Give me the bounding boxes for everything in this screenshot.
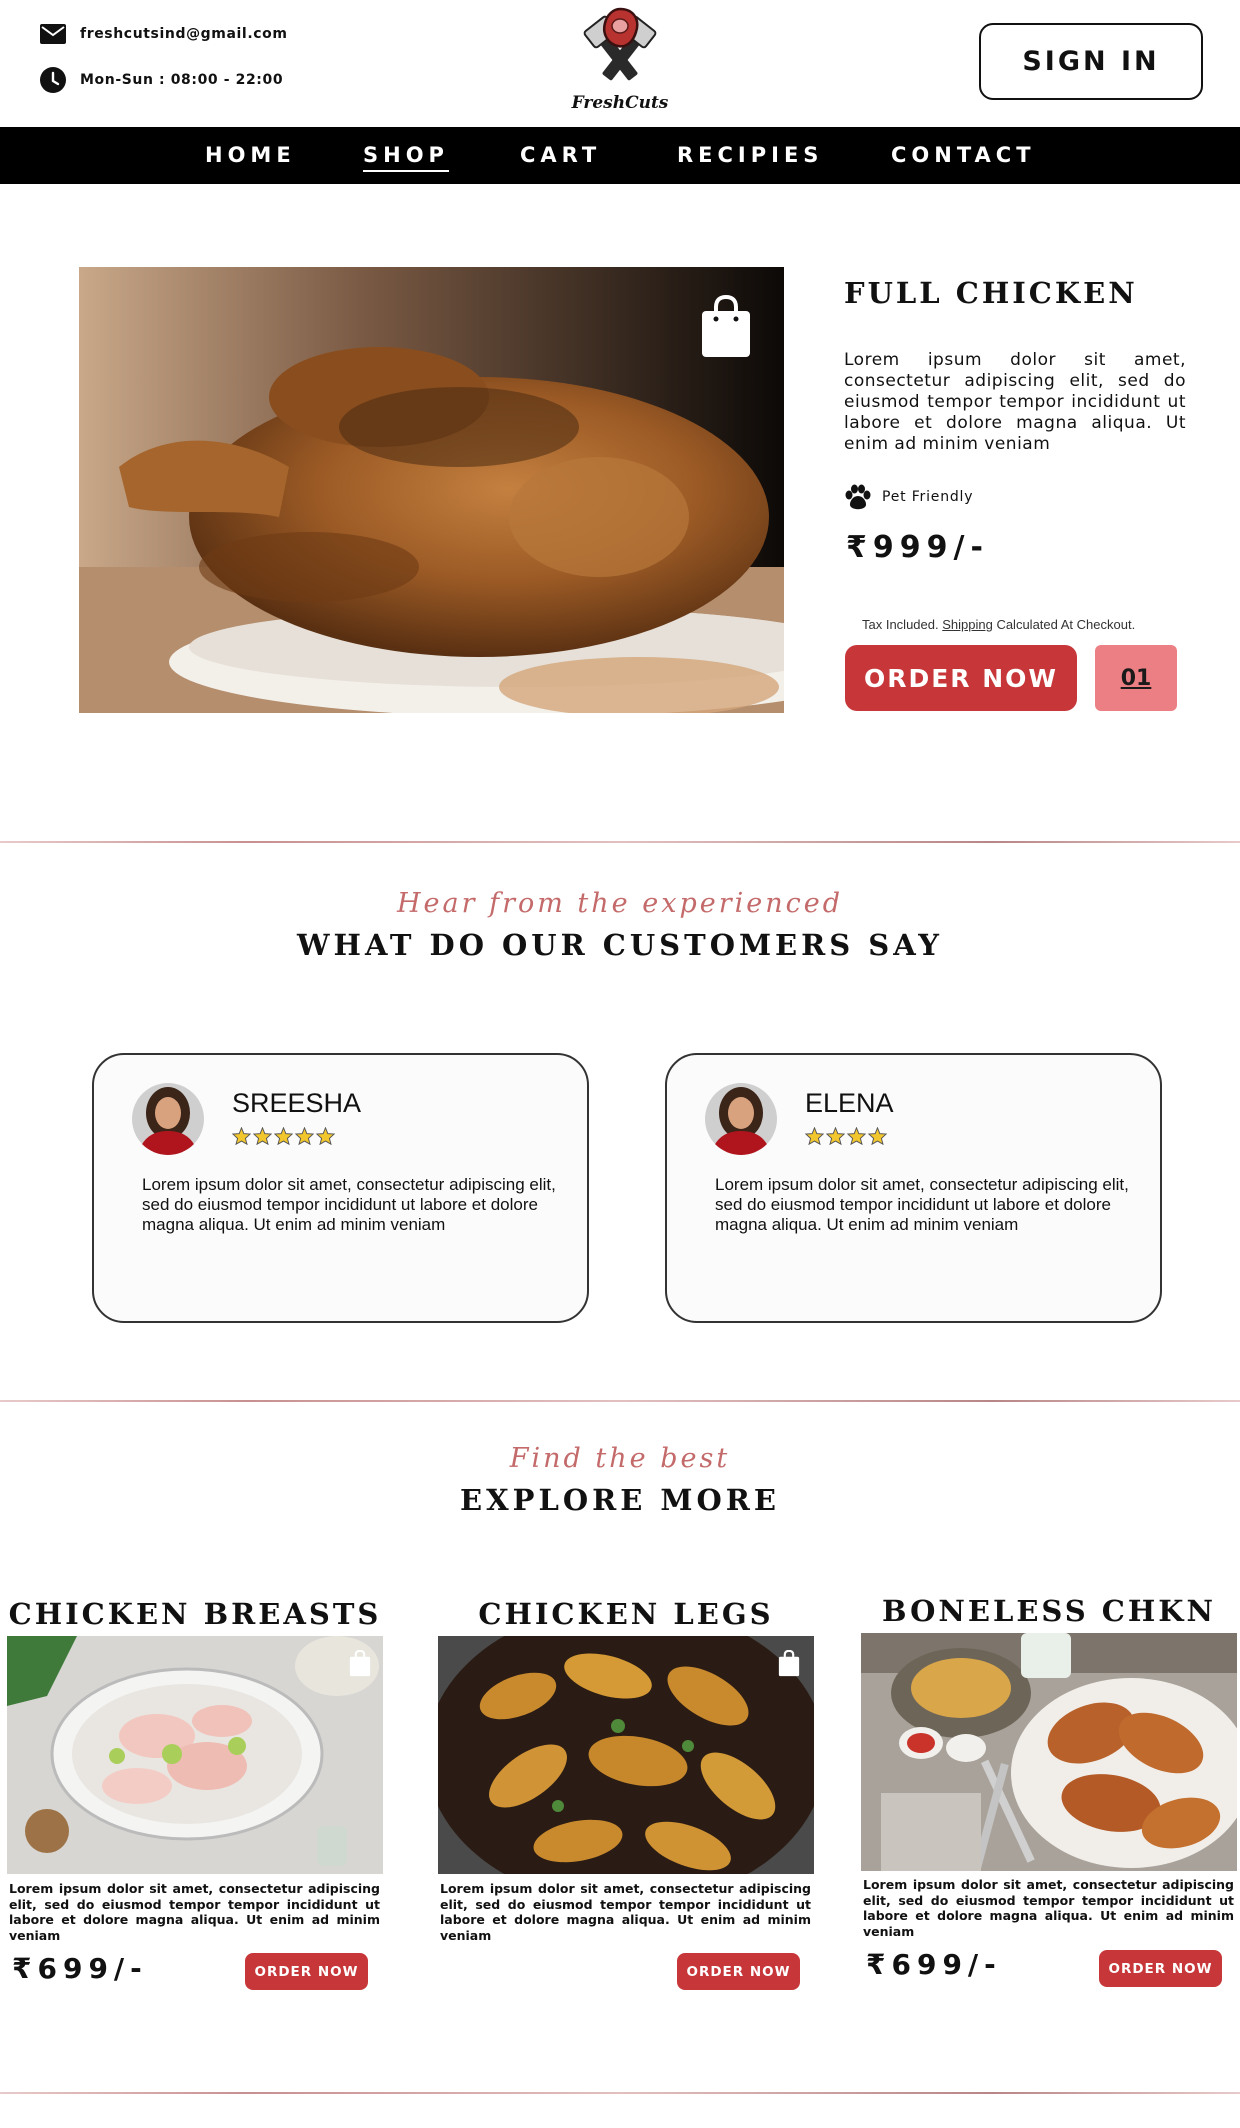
rating-stars [232,1127,335,1145]
avatar [705,1083,777,1155]
mail-icon [40,24,66,44]
nav-recipies[interactable]: RECIPIES [677,127,823,184]
review-card: ELENA Lorem ipsum dolor sit amet, consec… [665,1053,1162,1323]
chicken-legs-image [438,1636,814,1874]
pet-friendly-badge: Pet Friendly [844,484,973,510]
star-icon [316,1127,335,1145]
star-icon [826,1127,845,1145]
card-price: ₹699/- [866,1948,1002,1981]
quantity-selector[interactable]: 01 [1095,645,1177,711]
boneless-chicken-image [861,1633,1237,1871]
review-text: Lorem ipsum dolor sit amet, consectetur … [142,1175,556,1234]
star-icon [847,1127,866,1145]
card-description: Lorem ipsum dolor sit amet, consectetur … [440,1881,811,1943]
shopping-bag-icon[interactable] [778,1650,800,1677]
brand-logo[interactable]: FreshCuts [568,6,672,114]
shipping-link[interactable]: Shipping [942,617,993,632]
testimonials-title: WHAT DO OUR CUSTOMERS SAY [296,928,943,962]
clock-icon [40,67,66,93]
product-price: ₹999/- [846,530,989,565]
quantity-value: 01 [1120,665,1152,691]
main-nav: HOME SHOP CART RECIPIES CONTACT [0,127,1240,184]
avatar [132,1083,204,1155]
nav-shop[interactable]: SHOP [363,127,449,184]
reviewer-name: SREESHA [232,1088,362,1118]
review-card: SREESHA Lorem ipsum dolor sit amet, cons… [92,1053,589,1323]
shopping-bag-icon[interactable] [349,1650,371,1677]
contact-hours: Mon-Sun : 08:00 - 22:00 [40,67,283,93]
product-description: Lorem ipsum dolor sit amet, consectetur … [844,350,1186,454]
shopping-bag-icon[interactable] [700,295,752,359]
email-text: freshcutsind@gmail.com [80,26,288,42]
star-icon [295,1127,314,1145]
nav-contact[interactable]: CONTACT [891,127,1036,184]
tax-note: Tax Included. Shipping Calculated At Che… [862,617,1136,632]
nav-cart[interactable]: CART [520,127,601,184]
order-now-button[interactable]: ORDER NOW [845,645,1077,711]
logo-text: FreshCuts [571,93,669,113]
star-icon [274,1127,293,1145]
card-title: CHICKEN LEGS [478,1597,774,1631]
card-description: Lorem ipsum dolor sit amet, consectetur … [863,1877,1234,1939]
section-divider [0,841,1240,843]
card-title: BONELESS CHKN [882,1594,1216,1628]
rating-stars [805,1127,887,1145]
nav-home[interactable]: HOME [205,127,296,184]
pet-friendly-text: Pet Friendly [882,489,974,505]
star-icon [232,1127,251,1145]
reviewer-name: ELENA [805,1088,894,1118]
card-description: Lorem ipsum dolor sit amet, consectetur … [9,1881,380,1943]
order-now-button[interactable]: ORDER NOW [677,1953,800,1990]
card-price: ₹699/- [12,1952,148,1985]
star-icon [253,1127,272,1145]
order-now-button[interactable]: ORDER NOW [245,1953,368,1990]
explore-subtitle: Find the best [509,1443,731,1474]
logo-cleavers-icon [583,7,657,81]
chicken-breasts-image [7,1636,383,1874]
order-now-button[interactable]: ORDER NOW [1099,1950,1222,1987]
star-icon [868,1127,887,1145]
explore-title: EXPLORE MORE [460,1483,780,1517]
star-icon [805,1127,824,1145]
testimonials-subtitle: Hear from the experienced [396,888,843,919]
card-title: CHICKEN BREASTS [8,1597,382,1631]
section-divider [0,2092,1240,2094]
full-chicken-image [79,267,784,713]
contact-email[interactable]: freshcutsind@gmail.com [40,24,288,44]
section-divider [0,1400,1240,1402]
paw-icon [845,484,871,510]
product-title: FULL CHICKEN [844,276,1138,310]
sign-in-button[interactable]: SIGN IN [979,23,1203,100]
review-text: Lorem ipsum dolor sit amet, consectetur … [715,1175,1129,1234]
hours-text: Mon-Sun : 08:00 - 22:00 [80,72,284,88]
